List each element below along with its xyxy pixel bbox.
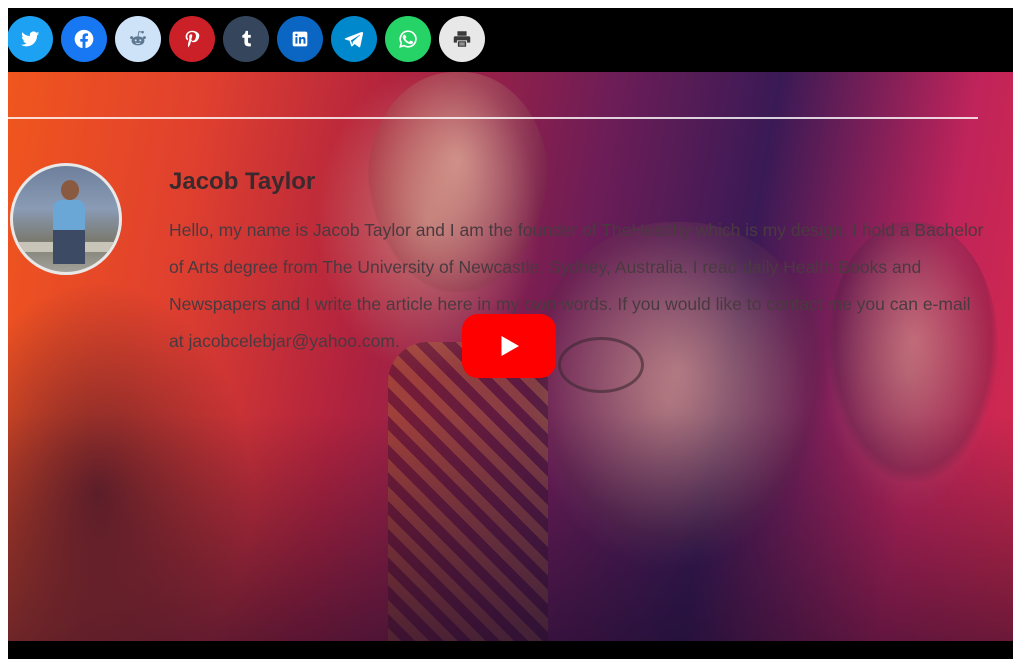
twitter-share-button[interactable] [8,16,53,62]
telegram-icon [344,31,364,48]
print-icon [453,31,471,47]
tumblr-icon [242,30,251,47]
avatar [10,163,122,275]
pinterest-icon [185,30,200,48]
linkedin-share-button[interactable] [277,16,323,62]
share-bar [8,8,1013,72]
print-share-button[interactable] [439,16,485,62]
content-frame: Jacob Taylor Hello, my name is Jacob Tay… [8,8,1013,659]
whatsapp-share-button[interactable] [385,16,431,62]
linkedin-icon [292,31,308,47]
telegram-share-button[interactable] [331,16,377,62]
play-button[interactable] [462,314,556,378]
video-embed[interactable]: Jacob Taylor Hello, my name is Jacob Tay… [8,72,1013,641]
facebook-icon [74,29,94,49]
whatsapp-icon [399,30,417,48]
twitter-icon [20,31,40,47]
tumblr-share-button[interactable] [223,16,269,62]
author-bio: Hello, my name is Jacob Taylor and I am … [169,220,984,351]
section-divider [8,117,978,119]
author-name: Jacob Taylor [169,168,316,195]
reddit-share-button[interactable] [115,16,161,62]
facebook-share-button[interactable] [61,16,107,62]
video-bottom-bar [8,641,1013,659]
reddit-icon [130,30,146,46]
pinterest-share-button[interactable] [169,16,215,62]
play-icon [501,336,519,356]
